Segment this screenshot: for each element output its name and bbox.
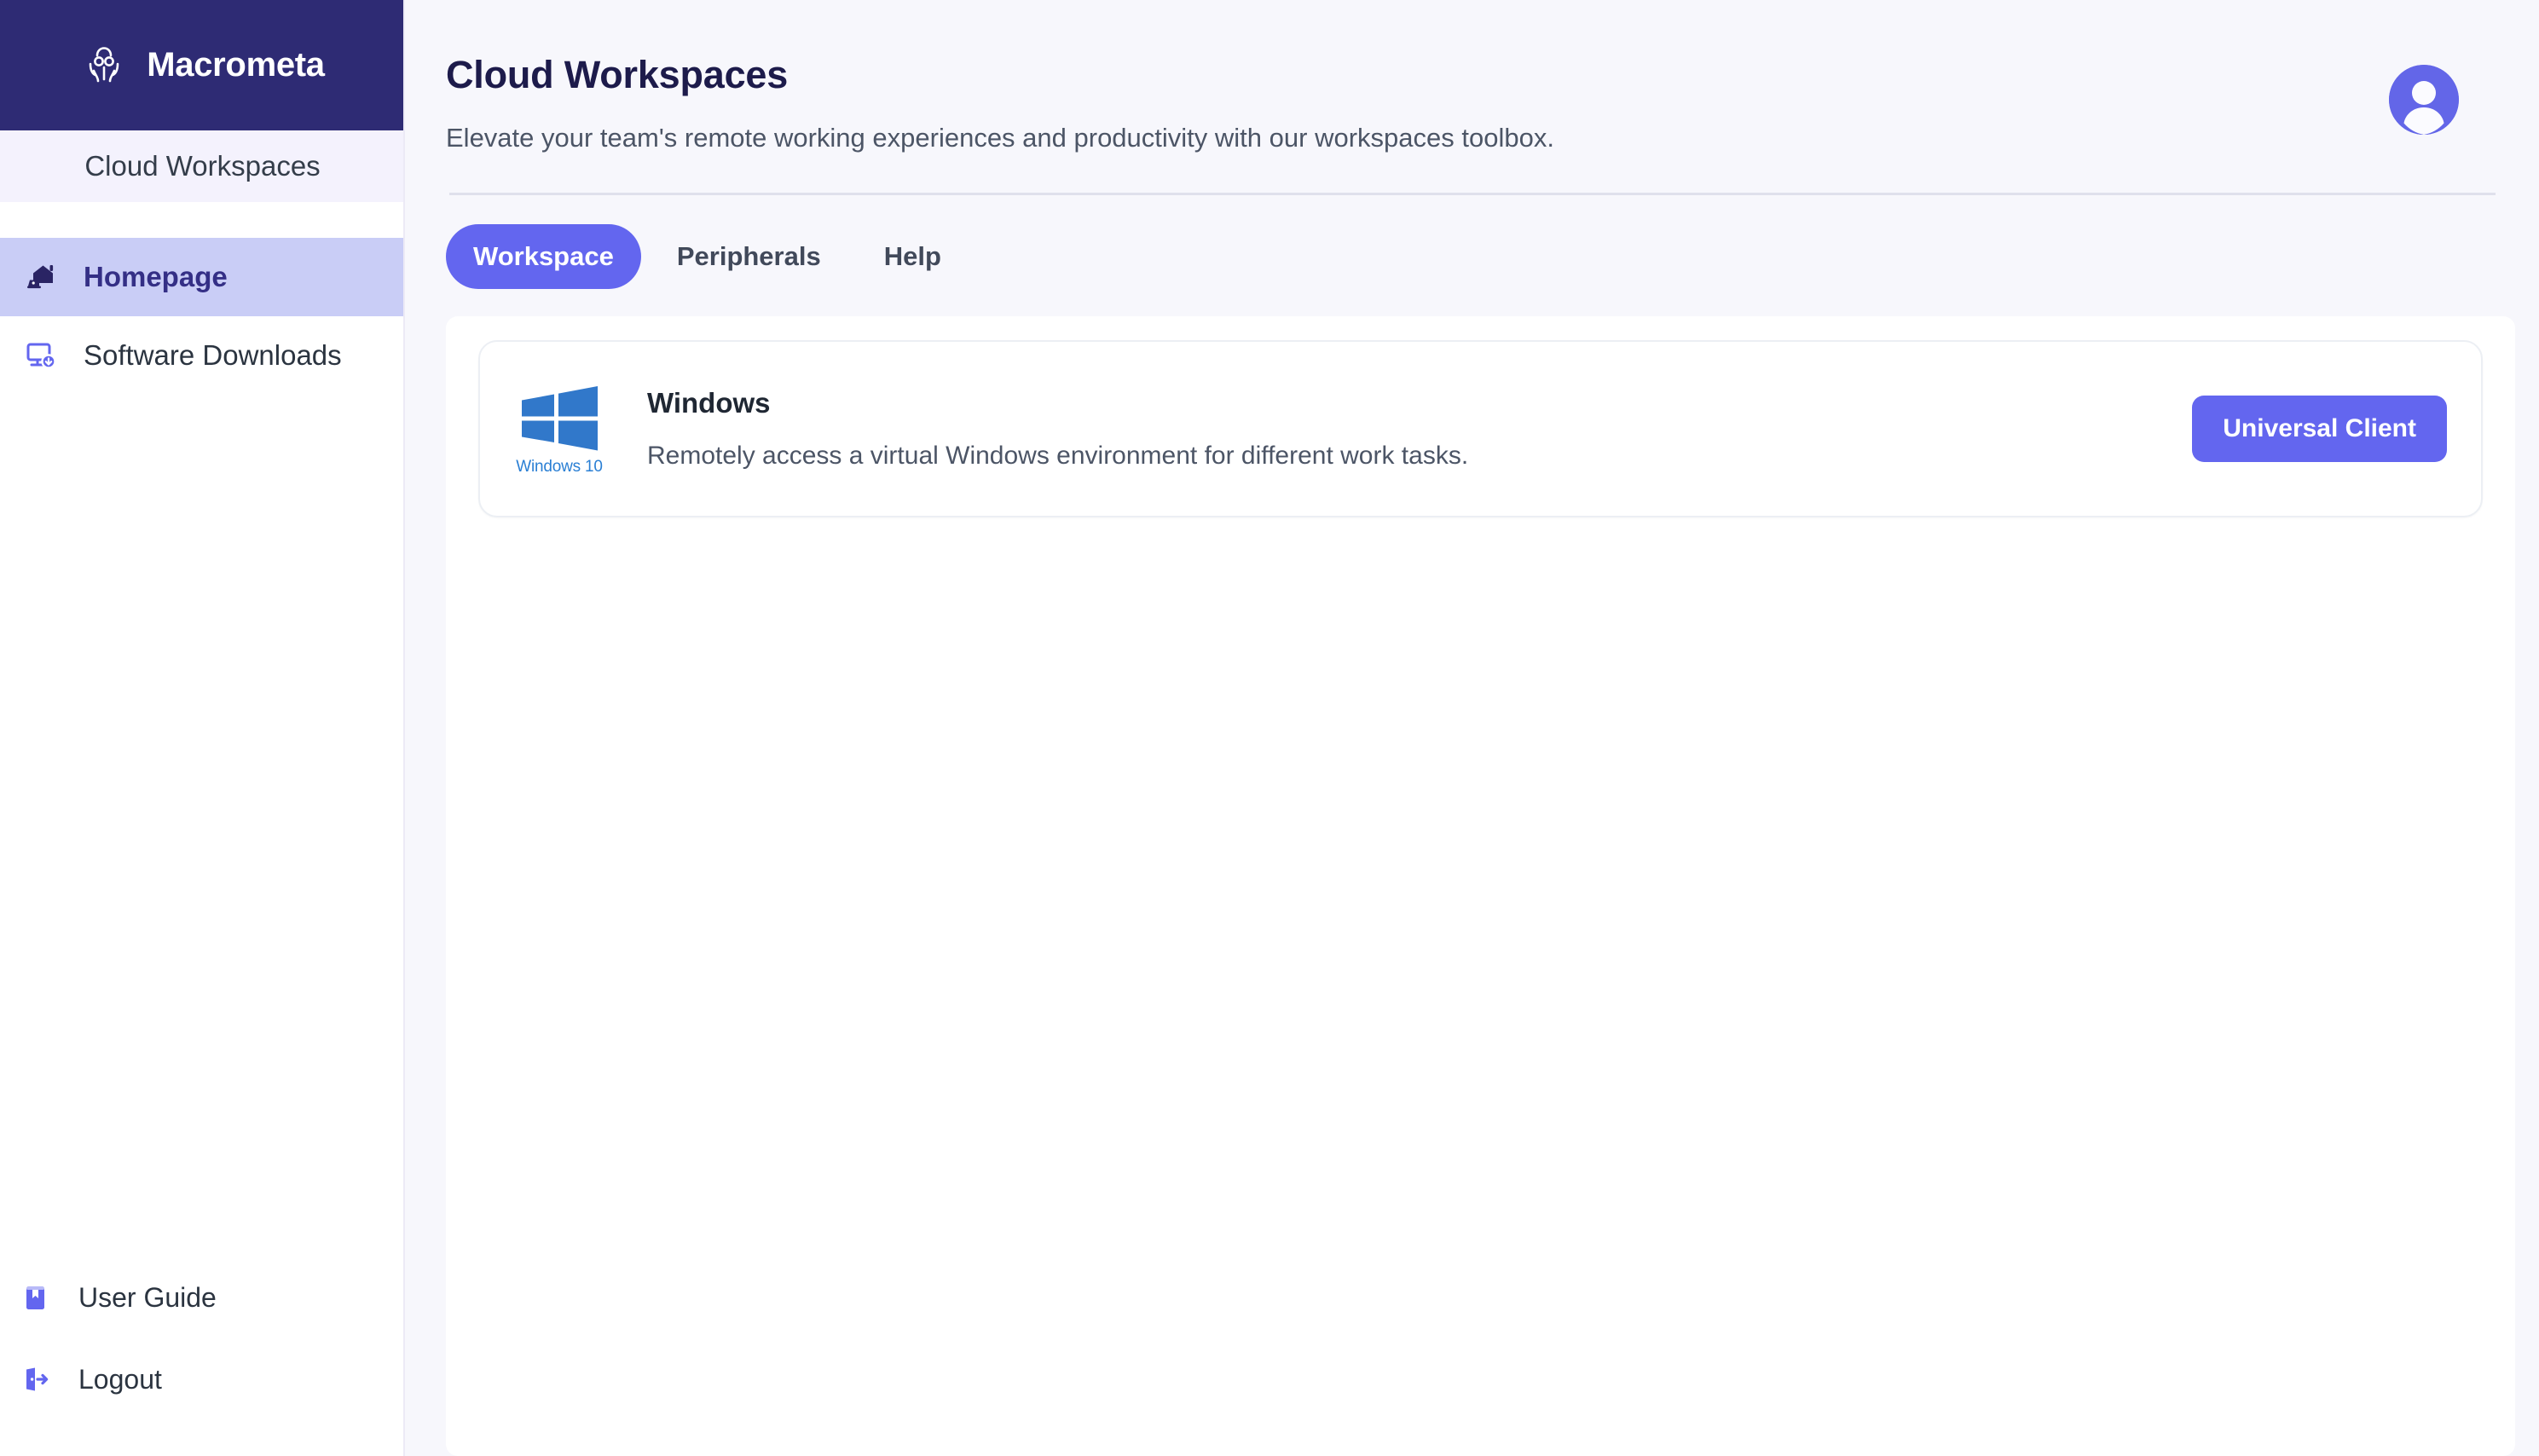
page-title: Cloud Workspaces: [446, 53, 789, 96]
page-header-text: Cloud Workspaces Elevate your team's rem…: [446, 53, 2389, 153]
book-icon: [17, 1279, 55, 1316]
workspace-panel: Windows 10 Windows Remotely access a vir…: [446, 316, 2515, 1456]
tab-bar: Workspace Peripherals Help: [446, 224, 2539, 289]
user-avatar-icon[interactable]: [2389, 65, 2459, 135]
windows-logo-caption: Windows 10: [516, 458, 603, 476]
sidebar-section-title: Cloud Workspaces: [0, 130, 405, 202]
workspace-card-windows[interactable]: Windows 10 Windows Remotely access a vir…: [478, 340, 2483, 517]
windows-10-logo-icon: Windows 10: [512, 381, 606, 477]
main-content: Cloud Workspaces Elevate your team's rem…: [405, 0, 2539, 1456]
sidebar-spacer: [0, 395, 405, 1257]
workspace-card-body: Windows Remotely access a virtual Window…: [606, 387, 2192, 471]
sidebar-divider: [403, 0, 405, 1456]
monitor-download-icon: [22, 337, 60, 374]
sidebar-item-software-downloads[interactable]: Software Downloads: [0, 316, 405, 395]
header-divider: [449, 193, 2496, 195]
sidebar-item-label: Homepage: [84, 261, 228, 292]
tab-help[interactable]: Help: [857, 224, 969, 289]
sidebar-bottom-nav: User Guide Logout: [0, 1257, 405, 1456]
sidebar-item-user-guide[interactable]: User Guide: [0, 1257, 405, 1338]
sidebar-item-label: User Guide: [78, 1281, 217, 1313]
sidebar-item-homepage[interactable]: Homepage: [0, 238, 405, 316]
page-header: Cloud Workspaces Elevate your team's rem…: [446, 0, 2539, 153]
home-laptop-icon: [22, 258, 60, 296]
brand-name: Macrometa: [147, 46, 325, 84]
sidebar-item-label: Logout: [78, 1363, 162, 1395]
logout-door-icon: [17, 1361, 55, 1398]
tab-workspace[interactable]: Workspace: [446, 224, 641, 289]
app-root: Macrometa Cloud Workspaces Homepage Soft…: [0, 0, 2539, 1456]
sidebar-gap: [0, 202, 405, 238]
octopus-logo-icon: [80, 42, 128, 90]
sidebar-item-logout[interactable]: Logout: [0, 1338, 405, 1420]
sidebar-item-label: Software Downloads: [84, 339, 342, 371]
sidebar-section-title-text: Cloud Workspaces: [84, 150, 321, 182]
universal-client-button[interactable]: Universal Client: [2192, 396, 2447, 462]
workspace-card-title: Windows: [647, 387, 771, 419]
sidebar: Macrometa Cloud Workspaces Homepage Soft…: [0, 0, 405, 1456]
page-subtitle: Elevate your team's remote working exper…: [446, 123, 1554, 153]
workspace-card-action: Universal Client: [2192, 396, 2452, 462]
tab-peripherals[interactable]: Peripherals: [650, 224, 848, 289]
sidebar-nav: Homepage Software Downloads: [0, 238, 405, 395]
workspace-card-description: Remotely access a virtual Windows enviro…: [647, 442, 1469, 470]
brand-header[interactable]: Macrometa: [0, 0, 405, 130]
